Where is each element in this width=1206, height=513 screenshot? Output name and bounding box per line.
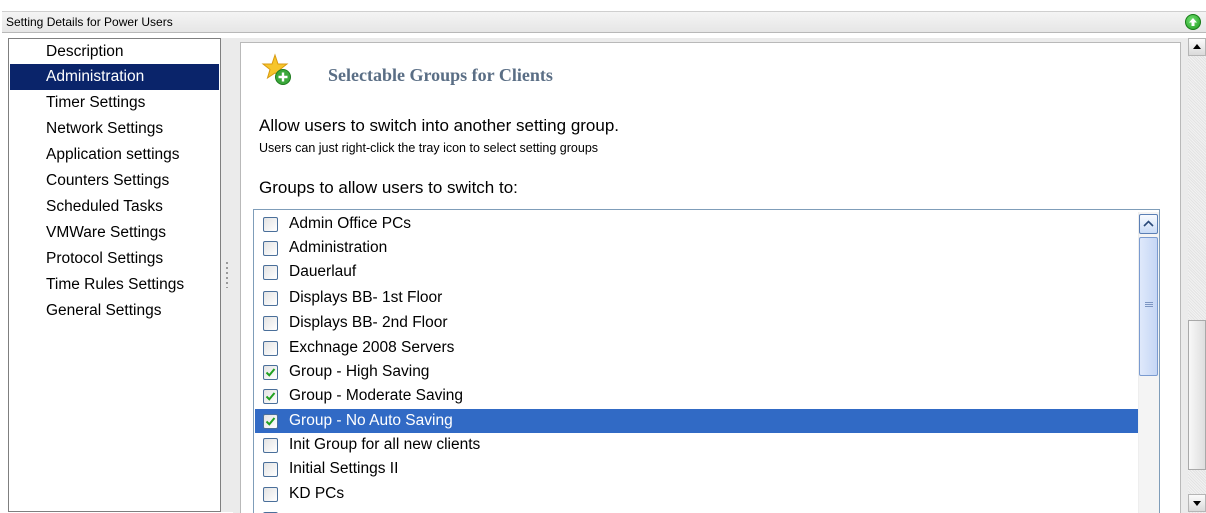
nav-item-vmware-settings[interactable]: VMWare Settings [10, 220, 219, 246]
nav-item-scheduled-tasks[interactable]: Scheduled Tasks [10, 194, 219, 220]
description-main: Allow users to switch into another setti… [259, 116, 620, 135]
list-item[interactable]: Initial Settings II [255, 457, 1138, 481]
nav-item-administration[interactable]: Administration [10, 64, 219, 90]
list-item[interactable]: Exchnage 2008 Servers [255, 336, 1138, 360]
panel-scroll-down-button[interactable] [1188, 494, 1206, 512]
list-item-label: Init Group for all new clients [289, 436, 481, 453]
nav-item-general-settings[interactable]: General Settings [10, 298, 219, 324]
list-item-label: Initial Settings II [289, 460, 399, 477]
list-item[interactable]: Admin Office PCs [255, 212, 1138, 236]
list-scroll-up-button[interactable] [1139, 214, 1158, 234]
groups-listbox[interactable]: Admin Office PCs Administration Dauerlau… [253, 209, 1160, 513]
description-sub: Users can just right-click the tray icon… [259, 141, 599, 155]
list-item[interactable]: KD PCs [255, 482, 1138, 506]
arrow-down-icon [1193, 501, 1201, 506]
title-bar-strip: Setting Details for Power Users [2, 11, 1206, 33]
list-item-selected[interactable]: Group - No Auto Saving [255, 409, 1138, 433]
checkbox[interactable] [263, 341, 278, 356]
nav-item-description[interactable]: Description [10, 39, 219, 65]
star-add-icon [261, 53, 291, 85]
checkbox[interactable] [263, 487, 278, 502]
title-bar: Setting Details for Power Users [0, 0, 1206, 33]
list-item-partial[interactable] [255, 507, 1138, 513]
list-item-label: Group - No Auto Saving [289, 412, 453, 429]
list-item-label: Displays BB- 2nd Floor [289, 314, 448, 331]
nav-item-timer-settings[interactable]: Timer Settings [10, 90, 219, 116]
nav-item-application-settings[interactable]: Application settings [10, 142, 219, 168]
list-item-label: Group - High Saving [289, 363, 430, 380]
checkbox[interactable] [263, 217, 278, 232]
groups-label: Groups to allow users to switch to: [259, 178, 518, 197]
panel-scroll-up-button[interactable] [1188, 38, 1206, 56]
green-up-arrow-icon[interactable] [1185, 14, 1201, 30]
checkbox[interactable] [263, 438, 278, 453]
list-item[interactable]: Displays BB- 2nd Floor [255, 311, 1138, 335]
checkbox[interactable] [263, 241, 278, 256]
checkbox[interactable] [263, 316, 278, 331]
checkbox[interactable] [263, 291, 278, 306]
list-item-label: Displays BB- 1st Floor [289, 289, 443, 306]
checkbox-checked[interactable] [263, 365, 278, 380]
window-title: Setting Details for Power Users [6, 15, 173, 29]
list-item-label: Administration [289, 239, 388, 256]
list-item-label: Dauerlauf [289, 263, 357, 280]
grip-icon [1145, 302, 1153, 308]
nav-item-counters-settings[interactable]: Counters Settings [10, 168, 219, 194]
list-item-label: Exchnage 2008 Servers [289, 339, 455, 356]
list-item-label: KD PCs [289, 485, 345, 502]
list-item[interactable]: Dauerlauf [255, 260, 1138, 284]
settings-nav-list: Description Administration Timer Setting… [8, 38, 221, 512]
list-item[interactable]: Init Group for all new clients [255, 433, 1138, 457]
splitter-grip[interactable] [226, 262, 228, 288]
checkbox-checked[interactable] [263, 389, 278, 404]
nav-item-network-settings[interactable]: Network Settings [10, 116, 219, 142]
checkbox-checked[interactable] [263, 414, 278, 429]
list-item[interactable]: Displays BB- 1st Floor [255, 286, 1138, 310]
checkbox[interactable] [263, 462, 278, 477]
section-title: Selectable Groups for Clients [328, 65, 553, 85]
panel-scroll-thumb[interactable] [1188, 320, 1206, 470]
list-item-label: Admin Office PCs [289, 215, 412, 232]
checkbox[interactable] [263, 265, 278, 280]
list-item[interactable]: Group - High Saving [255, 360, 1138, 384]
nav-item-time-rules-settings[interactable]: Time Rules Settings [10, 272, 219, 298]
chevron-up-icon [1143, 220, 1154, 227]
list-item-label: Group - Moderate Saving [289, 387, 464, 404]
arrow-up-icon [1193, 44, 1201, 49]
list-item[interactable]: Group - Moderate Saving [255, 384, 1138, 408]
list-item[interactable]: Administration [255, 236, 1138, 260]
nav-item-protocol-settings[interactable]: Protocol Settings [10, 246, 219, 272]
